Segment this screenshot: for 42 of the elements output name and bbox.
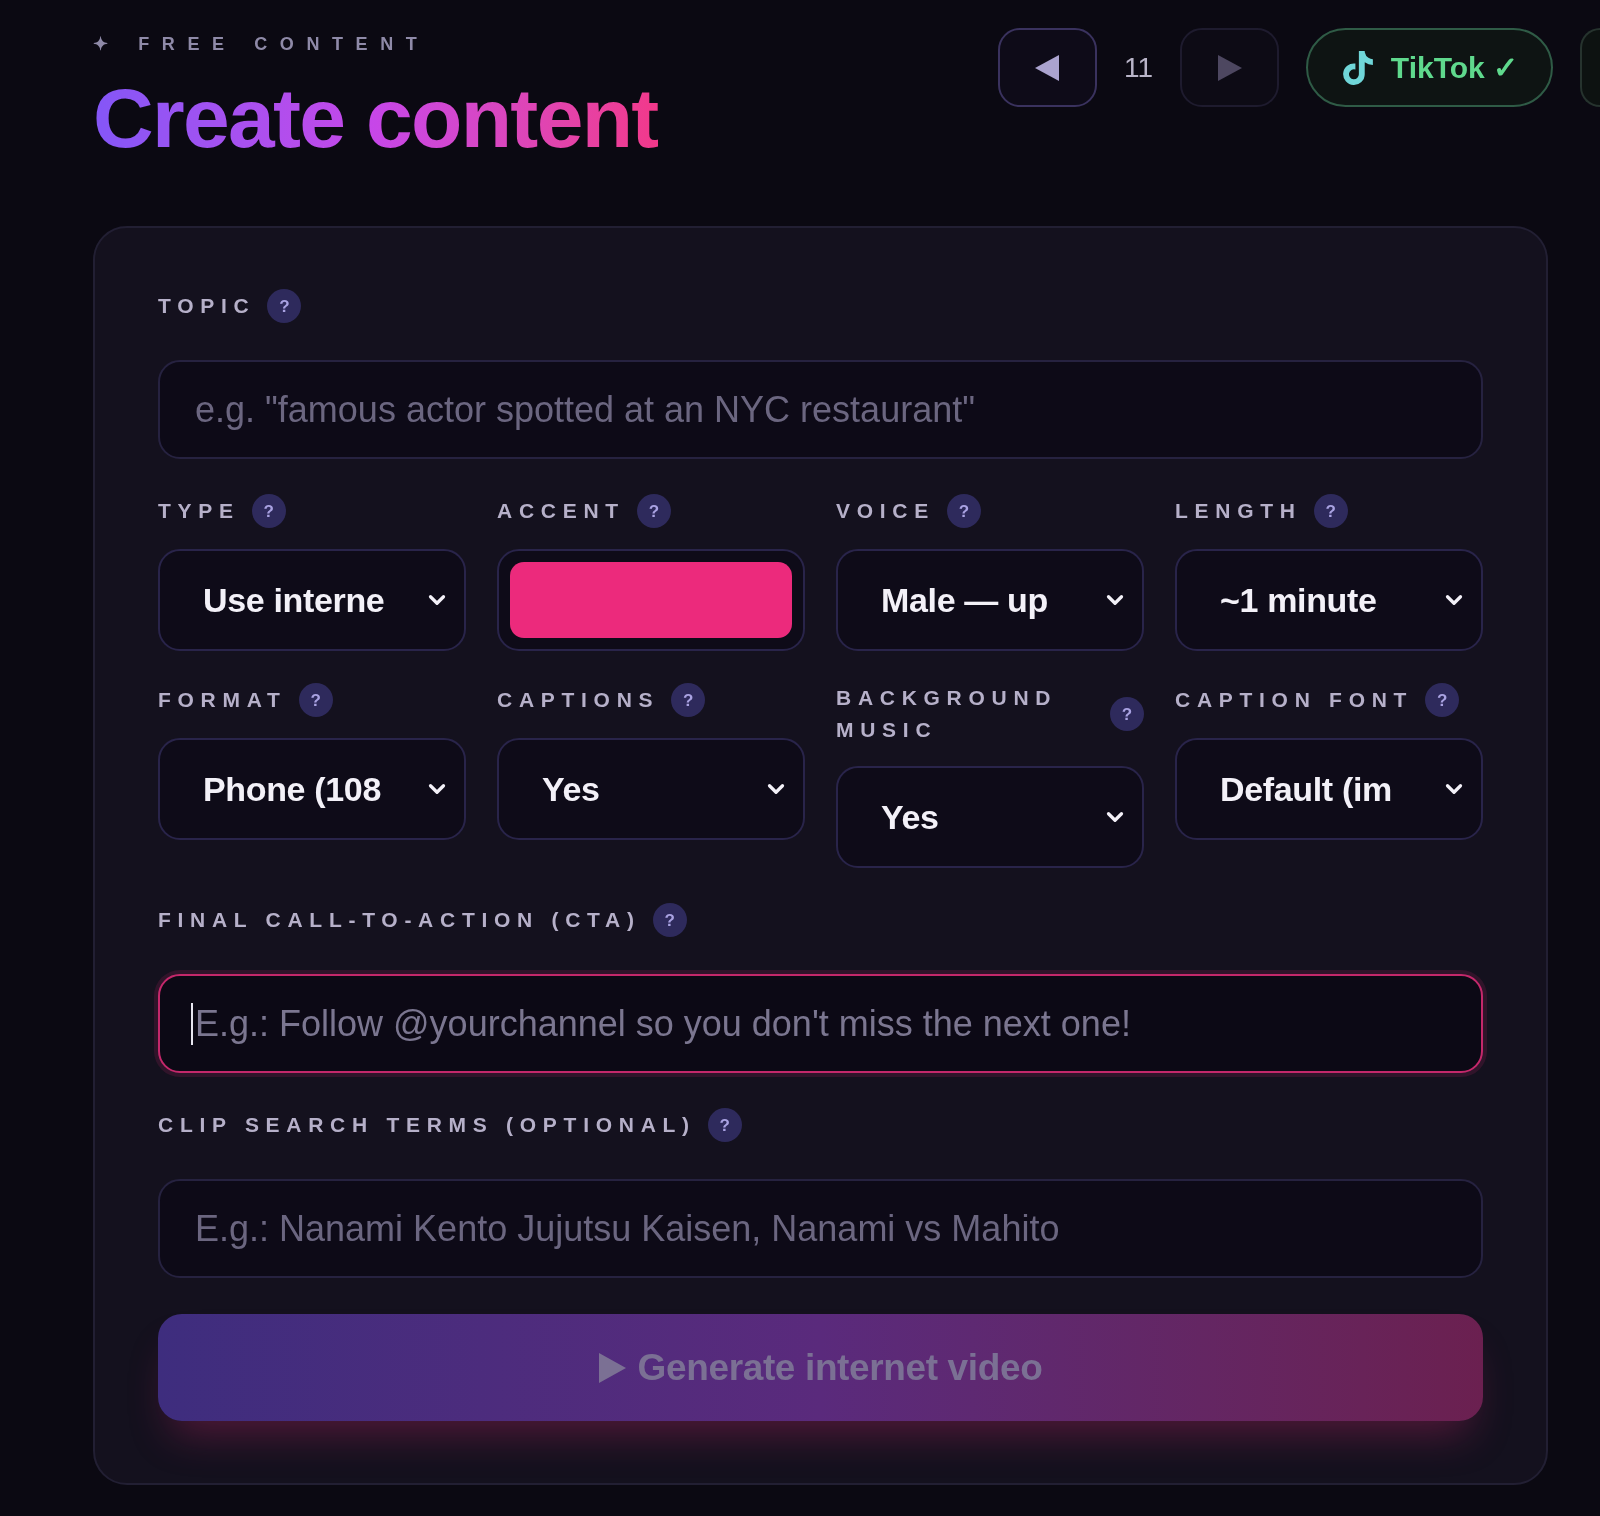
dropdown[interactable]: Default (im <box>1175 738 1483 840</box>
help-button[interactable]: ? <box>671 683 706 717</box>
previous-button[interactable] <box>997 28 1097 107</box>
page-number: 11 <box>1123 53 1153 82</box>
dropdown[interactable]: Male — up <box>836 549 1144 651</box>
triangle-left-icon <box>1035 54 1060 81</box>
dropdown[interactable]: Yes <box>497 738 805 840</box>
field-label: LENGTH <box>1175 498 1302 524</box>
field-label: VOICE <box>836 498 935 524</box>
help-button[interactable]: ? <box>267 289 302 323</box>
help-button[interactable]: ? <box>636 494 671 528</box>
help-button[interactable]: ? <box>707 1108 742 1142</box>
help-button[interactable]: ? <box>1425 683 1460 717</box>
music-note-icon <box>1340 50 1375 85</box>
text-cursor-icon <box>191 1003 193 1045</box>
field-label: CAPTION FONT <box>1175 687 1414 713</box>
color-picker[interactable] <box>497 549 805 651</box>
help-button[interactable]: ? <box>946 494 981 528</box>
field-label: TOPIC <box>158 293 256 319</box>
field-label: FORMAT <box>158 687 287 713</box>
help-button[interactable]: ? <box>1110 697 1144 731</box>
help-button[interactable]: ? <box>652 903 687 937</box>
help-button[interactable]: ? <box>251 494 286 528</box>
platform-pill[interactable]: TikTok ✓ <box>1306 28 1553 107</box>
dropdown[interactable]: ~1 minute <box>1175 549 1483 651</box>
field-label: FINAL CALL-TO-ACTION (CTA) <box>158 907 641 933</box>
field-label: CLIP SEARCH TERMS (OPTIONAL) <box>158 1112 696 1138</box>
field-label: BACKGROUND MUSIC <box>836 685 1059 743</box>
help-button[interactable]: ? <box>1313 494 1348 528</box>
play-icon <box>598 1352 626 1383</box>
dropdown[interactable]: Yes <box>836 766 1144 868</box>
eyebrow-text: ✦ FREE CONTENT <box>93 33 430 56</box>
field-label: ACCENT <box>497 498 625 524</box>
field-label: TYPE <box>158 498 240 524</box>
triangle-right-icon <box>1217 54 1242 81</box>
help-button[interactable]: ? <box>298 683 333 717</box>
topic-field[interactable]: e.g. "famous actor spotted at an NYC restaurant" <box>158 360 1483 459</box>
search-terms-field[interactable]: E.g.: Nanami Kento Jujutsu Kaisen, Nanami vs Mahito <box>158 1179 1483 1278</box>
cta-field[interactable]: E.g.: Follow @yourchannel so you don't miss the next one! <box>158 974 1483 1073</box>
dropdown[interactable]: Phone (108 <box>158 738 466 840</box>
dropdown[interactable]: Use interne <box>158 549 466 651</box>
field-label: CAPTIONS <box>497 687 660 713</box>
